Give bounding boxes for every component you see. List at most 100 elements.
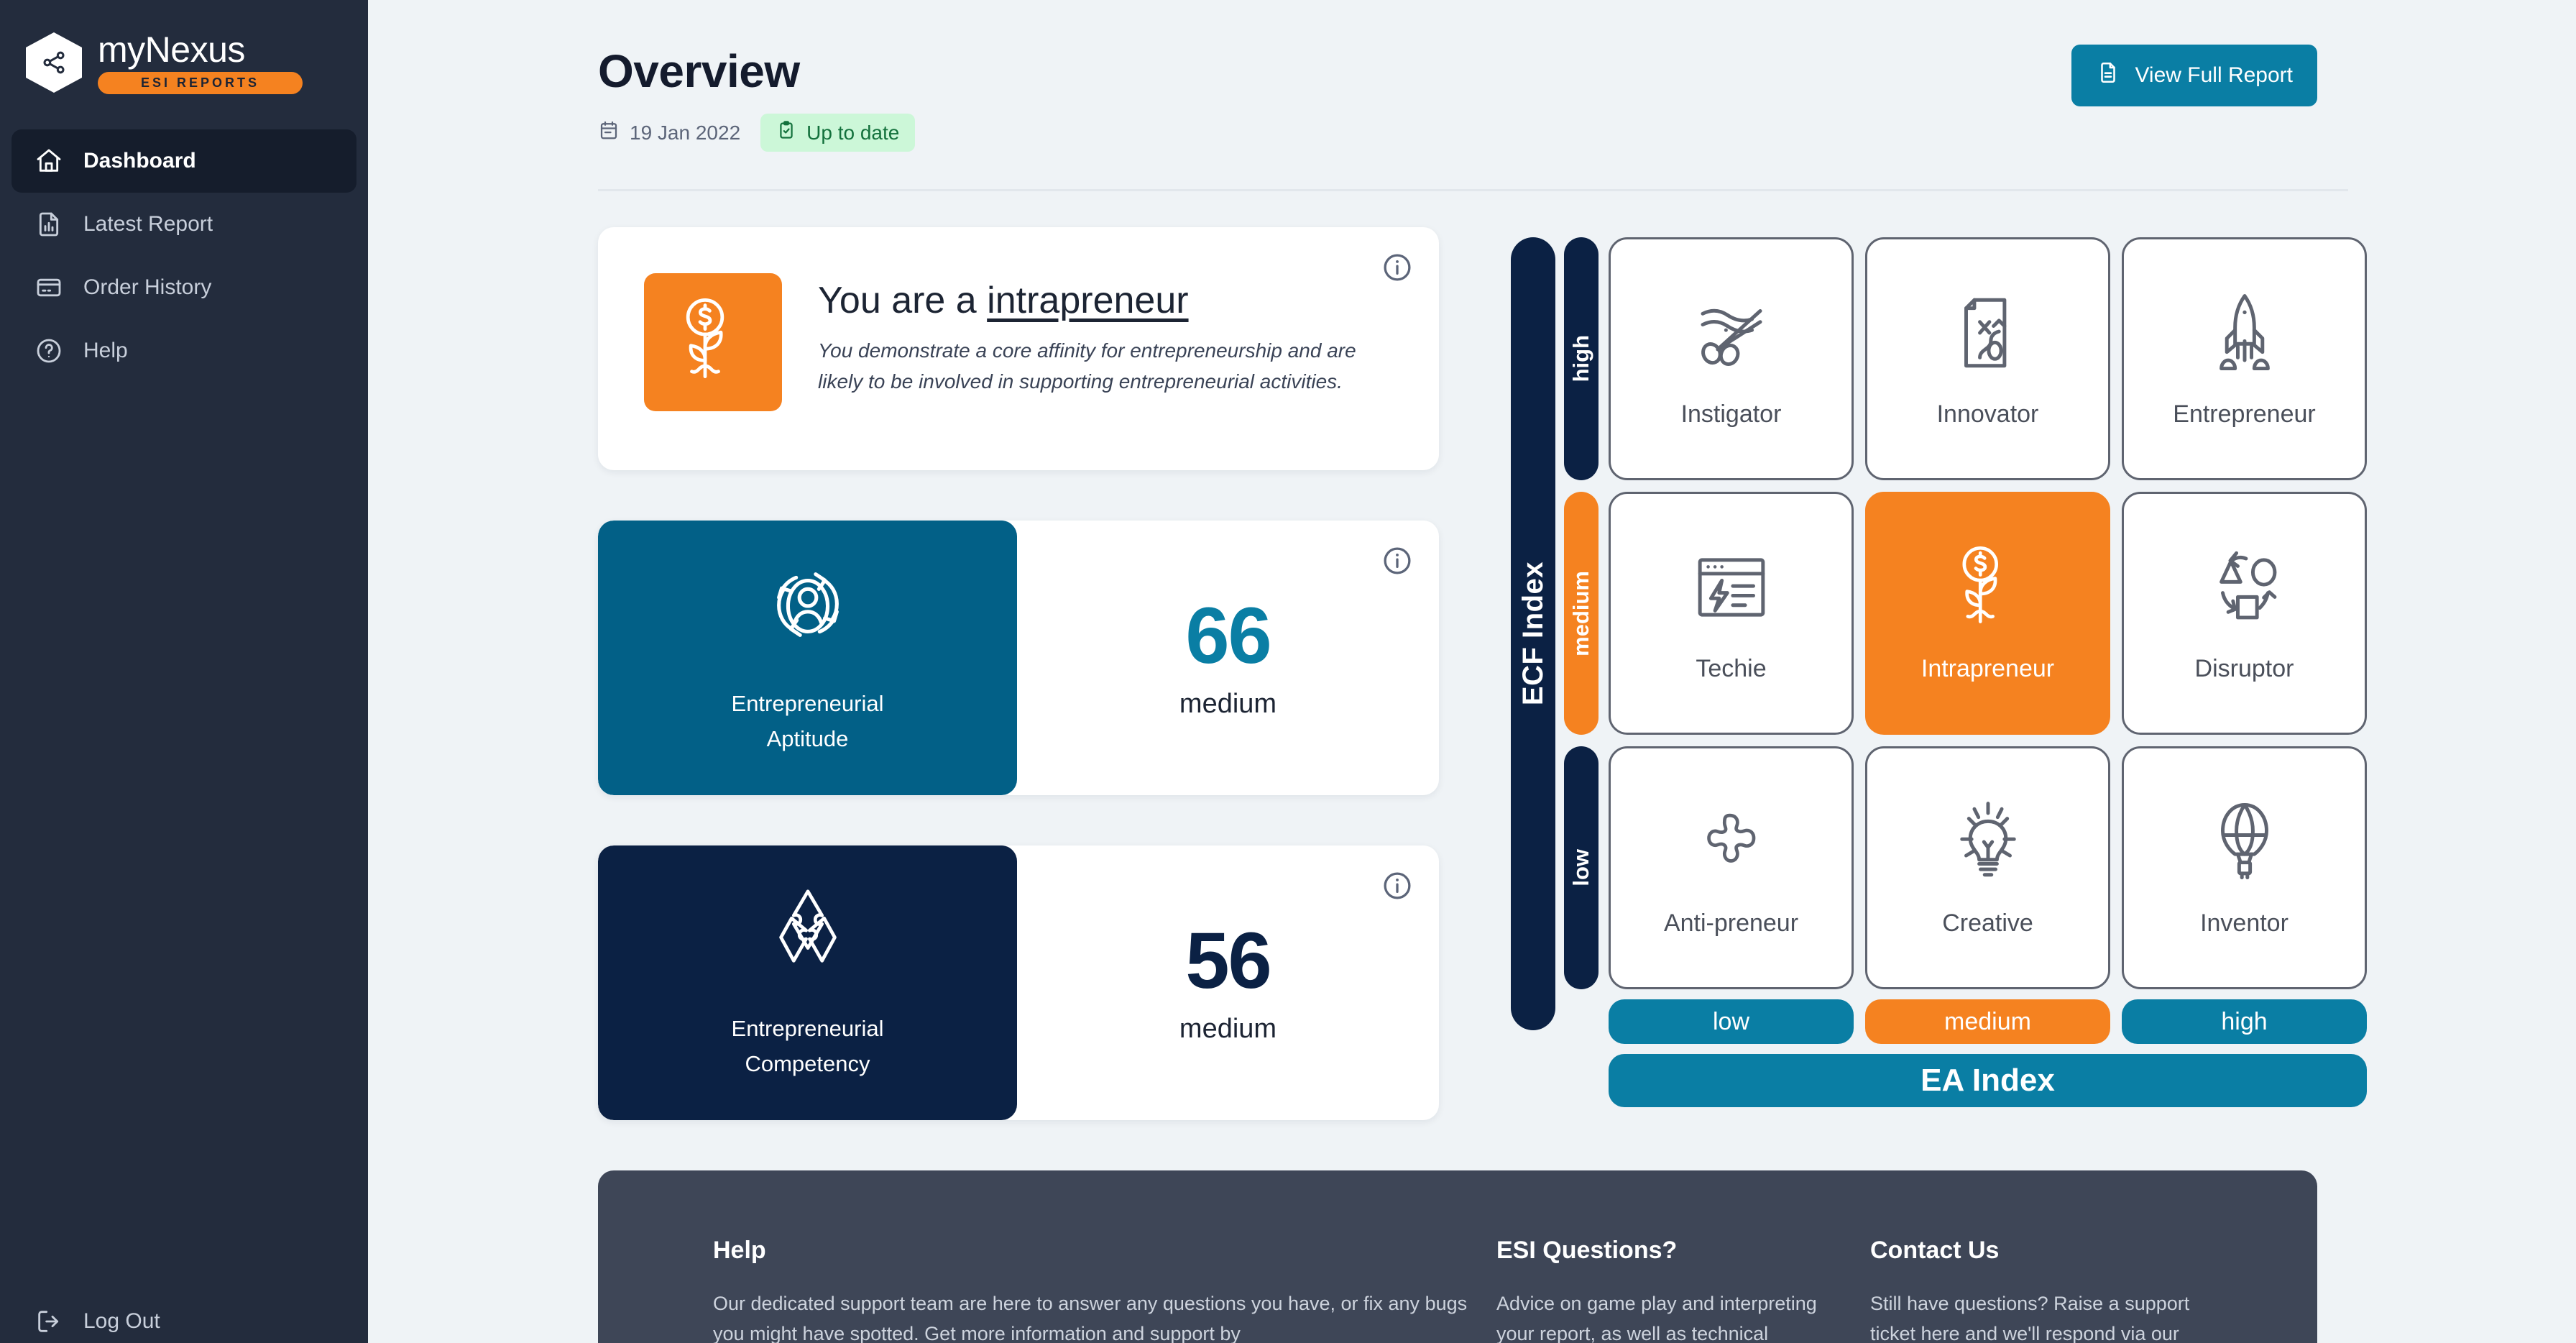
sidebar-item-help[interactable]: Help — [12, 319, 356, 382]
content-wrapper: Overview 19 Jan 2022 Up to date View Ful… — [368, 0, 2576, 1120]
sidebar-nav: Dashboard Latest Report Order History He… — [0, 129, 368, 382]
profile-type-body: You are a intrapreneur You demonstrate a… — [818, 273, 1393, 397]
score-band: medium — [1179, 688, 1277, 719]
footer-column-help: Help Our dedicated support team are here… — [713, 1237, 1496, 1343]
question-circle-icon — [33, 335, 65, 367]
score-card-aptitude-label: Entrepreneurial Aptitude — [732, 687, 884, 756]
puzzle-diamond-icon — [763, 884, 853, 978]
main-content: Overview 19 Jan 2022 Up to date View Ful… — [368, 0, 2576, 1343]
matrix-cell-label: Creative — [1942, 909, 2033, 937]
footer-column-text: Our dedicated support team are here to a… — [713, 1293, 1468, 1343]
ea-level-high: high — [2122, 999, 2367, 1044]
score-label-line1: Entrepreneurial — [731, 1016, 884, 1042]
puzzle-piece-icon — [1688, 798, 1775, 889]
logout-icon — [33, 1306, 65, 1337]
ecf-level-low: low — [1564, 746, 1598, 989]
score-card-competency-label: Entrepreneurial Competency — [732, 1012, 884, 1081]
logout-button[interactable]: Log Out — [12, 1290, 182, 1343]
rocket-icon — [2201, 289, 2288, 380]
matrix-cell-techie[interactable]: Techie — [1609, 492, 1854, 735]
footer-column-contact-us: Contact Us Still have questions? Raise a… — [1870, 1237, 2244, 1343]
header-divider — [598, 189, 2348, 191]
browser-bolt-icon — [1688, 544, 1775, 635]
matrix-cell-anti-preneur[interactable]: Anti-preneur — [1609, 746, 1854, 989]
ea-level-low: low — [1609, 999, 1854, 1044]
scissors-icon — [1688, 289, 1775, 380]
matrix-cell-innovator[interactable]: Innovator — [1865, 237, 2110, 480]
ecf-level-high: high — [1564, 237, 1598, 480]
ea-index-axis: EA Index — [1609, 1054, 2367, 1107]
matrix-cell-label: Anti-preneur — [1663, 909, 1799, 937]
ea-level-row: low medium high — [1609, 999, 2367, 1044]
sidebar-item-latest-report[interactable]: Latest Report — [12, 193, 356, 256]
ecf-level-medium: medium — [1564, 492, 1598, 735]
ecf-level-label: low — [1568, 849, 1593, 886]
sidebar-item-label: Dashboard — [83, 149, 196, 173]
app-root: myNexus ESI REPORTS Dashboard Latest Rep… — [0, 0, 2576, 1343]
matrix-right: high medium low Instigator Innovator Ent… — [1564, 237, 2367, 1120]
esi-matrix: ECF Index high medium low Instigator Inn… — [1511, 227, 2367, 1120]
money-plant-icon — [644, 273, 782, 411]
info-circle-icon[interactable] — [1381, 545, 1413, 577]
score-card-competency-value-area: 56 medium — [1017, 845, 1439, 1120]
sidebar-item-label: Order History — [83, 275, 212, 299]
brand-logo[interactable]: myNexus ESI REPORTS — [0, 0, 368, 101]
matrix-cell-label: Innovator — [1936, 400, 2039, 428]
footer-column-text: Still have questions? Raise a support ti… — [1870, 1293, 2190, 1343]
page-header-left: Overview 19 Jan 2022 Up to date — [598, 45, 916, 152]
score-band: medium — [1179, 1013, 1277, 1044]
score-card-aptitude: Entrepreneurial Aptitude 66 medium — [598, 521, 1439, 795]
info-circle-icon[interactable] — [1381, 870, 1413, 902]
matrix-cell-label: Inventor — [2200, 909, 2288, 937]
footer: Help Our dedicated support team are here… — [598, 1170, 2317, 1343]
score-label-line2: Competency — [745, 1050, 870, 1076]
matrix-grid-wrap: high medium low Instigator Innovator Ent… — [1564, 237, 2367, 989]
clipboard-check-icon — [776, 120, 796, 145]
brand-name: myNexus — [98, 32, 303, 68]
dashboard-board: You are a intrapreneur You demonstrate a… — [598, 227, 2367, 1120]
home-icon — [33, 145, 65, 177]
matrix-cell-instigator[interactable]: Instigator — [1609, 237, 1854, 480]
brand-text: myNexus ESI REPORTS — [98, 32, 303, 94]
matrix-cell-inventor[interactable]: Inventor — [2122, 746, 2367, 989]
brand-mark — [26, 32, 82, 93]
credit-card-icon — [33, 272, 65, 303]
footer-column-title: Help — [713, 1237, 766, 1264]
sidebar-item-order-history[interactable]: Order History — [12, 256, 356, 319]
report-date: 19 Jan 2022 — [598, 119, 740, 146]
matrix-cell-creative[interactable]: Creative — [1865, 746, 2110, 989]
sidebar-item-dashboard[interactable]: Dashboard — [12, 129, 356, 193]
profile-type-title: You are a intrapreneur — [818, 280, 1393, 321]
left-column: You are a intrapreneur You demonstrate a… — [598, 227, 1439, 1120]
score-card-aptitude-value-area: 66 medium — [1017, 521, 1439, 795]
matrix-cell-disruptor[interactable]: Disruptor — [2122, 492, 2367, 735]
view-full-report-button[interactable]: View Full Report — [2071, 45, 2317, 106]
sidebar-item-label: Help — [83, 339, 128, 362]
score-label-line2: Aptitude — [766, 725, 849, 751]
sidebar-item-label: Latest Report — [83, 212, 213, 236]
sidebar: myNexus ESI REPORTS Dashboard Latest Rep… — [0, 0, 368, 1343]
matrix-cell-label: Instigator — [1680, 400, 1782, 428]
ecf-index-axis: ECF Index — [1511, 237, 1555, 1030]
page-meta: 19 Jan 2022 Up to date — [598, 114, 916, 152]
matrix-cell-intrapreneur[interactable]: Intrapreneur — [1865, 492, 2110, 735]
brand-name-nexus: Nexus — [144, 29, 246, 70]
matrix-cell-label: Intrapreneur — [1920, 655, 2055, 682]
logout-label: Log Out — [83, 1309, 160, 1333]
matrix-cell-entrepreneur[interactable]: Entrepreneur — [2122, 237, 2367, 480]
info-circle-icon[interactable] — [1381, 252, 1413, 283]
score-card-competency: Entrepreneurial Competency 56 medium — [598, 845, 1439, 1120]
document-icon — [2096, 60, 2120, 91]
score-value: 66 — [1185, 591, 1271, 680]
page-header: Overview 19 Jan 2022 Up to date View Ful… — [598, 45, 2317, 152]
ecf-level-column: high medium low — [1564, 237, 1598, 989]
profile-type-card: You are a intrapreneur You demonstrate a… — [598, 227, 1439, 470]
ea-level-medium: medium — [1865, 999, 2110, 1044]
calendar-icon — [598, 119, 620, 146]
matrix-cell-label: Techie — [1696, 655, 1767, 682]
matrix-cell-label: Disruptor — [2194, 655, 2294, 682]
profile-type-value[interactable]: intrapreneur — [987, 280, 1188, 321]
money-plant-icon — [1944, 544, 2032, 635]
matrix-cell-label: Entrepreneur — [2173, 400, 2316, 428]
report-chart-icon — [33, 208, 65, 240]
